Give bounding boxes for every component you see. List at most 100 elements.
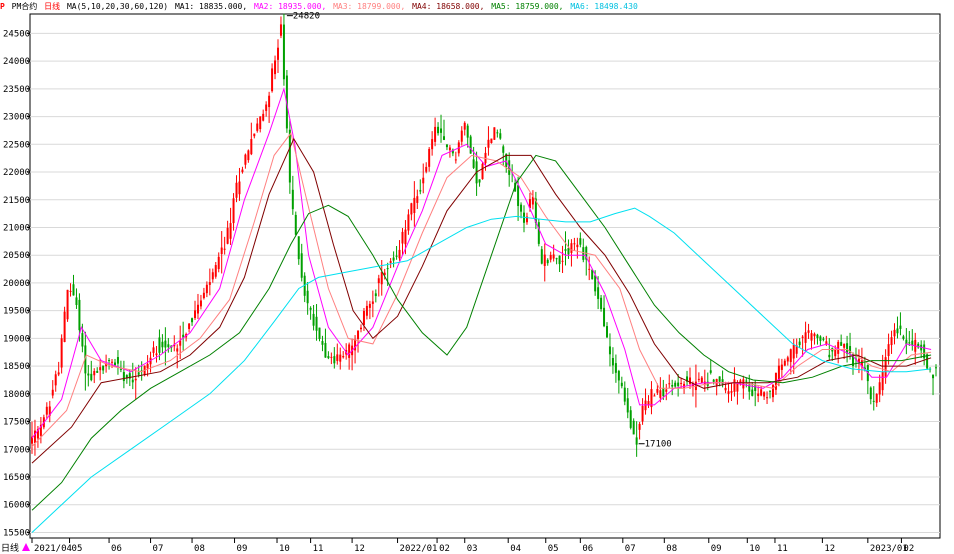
candle	[674, 380, 677, 389]
candle	[368, 300, 371, 320]
candle	[585, 245, 588, 276]
candle	[336, 343, 339, 365]
candle	[617, 369, 620, 394]
symbol-marker: P	[0, 2, 5, 11]
candle	[623, 381, 626, 406]
candle	[854, 347, 857, 368]
y-tick-label: 18000	[3, 390, 30, 400]
candle	[202, 287, 205, 300]
candle	[849, 332, 852, 360]
candle	[626, 387, 629, 419]
candle	[45, 402, 48, 420]
candle	[235, 175, 238, 203]
candle	[460, 126, 463, 146]
candle	[422, 163, 425, 194]
candle	[152, 341, 155, 357]
candle	[431, 131, 434, 156]
candle	[90, 360, 93, 382]
candle	[540, 246, 543, 265]
candle	[754, 380, 757, 407]
candle	[795, 338, 798, 358]
candle	[520, 202, 523, 219]
candle	[51, 380, 54, 399]
x-tick-label: 09	[237, 544, 248, 554]
x-tick-label: 07	[153, 544, 164, 554]
candle	[75, 288, 78, 309]
candle	[780, 358, 783, 378]
candle	[359, 324, 362, 333]
candle	[445, 144, 448, 151]
candle	[469, 134, 472, 154]
candle	[149, 351, 152, 373]
x-tick-label: 03	[467, 544, 478, 554]
y-tick-label: 16000	[3, 501, 30, 511]
candle	[232, 193, 235, 231]
y-tick-label: 20000	[3, 279, 30, 289]
extreme-price-label: 24820	[293, 12, 320, 22]
candle	[199, 294, 202, 310]
candle	[611, 347, 614, 374]
candle	[558, 255, 561, 272]
candle	[211, 268, 214, 283]
candle	[241, 166, 244, 174]
candle	[647, 395, 650, 409]
y-tick-label: 21500	[3, 196, 30, 206]
candle	[920, 340, 923, 359]
ma5-line	[31, 154, 932, 511]
candle	[603, 295, 606, 328]
candle	[389, 258, 392, 269]
candle	[250, 122, 253, 156]
candle	[226, 220, 229, 245]
candle	[683, 381, 686, 394]
candle	[766, 391, 769, 404]
candle	[872, 386, 875, 411]
candle	[523, 205, 526, 233]
candle	[665, 383, 668, 401]
y-tick-label: 23500	[3, 85, 30, 95]
candle	[659, 377, 662, 403]
candle	[274, 55, 277, 80]
y-tick-label: 22000	[3, 168, 30, 178]
candle	[629, 406, 632, 430]
candle	[407, 209, 410, 235]
candle	[905, 328, 908, 355]
candle	[116, 350, 119, 375]
candle	[87, 365, 90, 387]
candle	[549, 251, 552, 263]
candle	[724, 381, 727, 394]
candle	[769, 390, 772, 399]
y-tick-label: 22500	[3, 140, 30, 150]
candle	[588, 256, 591, 281]
candle	[810, 330, 813, 350]
candle	[279, 16, 282, 39]
candle	[72, 274, 75, 296]
y-tick-label: 17500	[3, 418, 30, 428]
candle	[69, 283, 72, 297]
candle	[525, 212, 528, 225]
x-tick-label: 06	[111, 544, 122, 554]
ma4-line	[31, 137, 932, 464]
candle	[564, 231, 567, 266]
ma-params: MA(5,10,20,30,60,120)	[66, 2, 169, 11]
x-tick-label: 12	[354, 544, 365, 554]
indicator-legend: P PM合约 日线 MA(5,10,20,30,60,120) MA1: 188…	[0, 1, 640, 13]
candle	[84, 331, 87, 391]
candle	[39, 417, 42, 444]
candle	[493, 127, 496, 140]
y-tick-label: 21000	[3, 223, 30, 233]
y-tick-label: 24000	[3, 57, 30, 67]
candle	[196, 293, 199, 320]
candle	[122, 360, 125, 389]
candle	[478, 179, 481, 187]
x-tick-label: 08	[194, 544, 205, 554]
candle	[63, 306, 66, 343]
candle	[890, 330, 893, 354]
candle	[502, 144, 505, 166]
candle	[297, 236, 300, 265]
x-tick-label: 2023/01	[870, 544, 908, 554]
candle	[671, 379, 674, 396]
candle	[686, 370, 689, 387]
candle	[428, 147, 431, 172]
y-tick-label: 19500	[3, 307, 30, 317]
ma5-value: MA5: 18759.000,	[491, 2, 564, 11]
